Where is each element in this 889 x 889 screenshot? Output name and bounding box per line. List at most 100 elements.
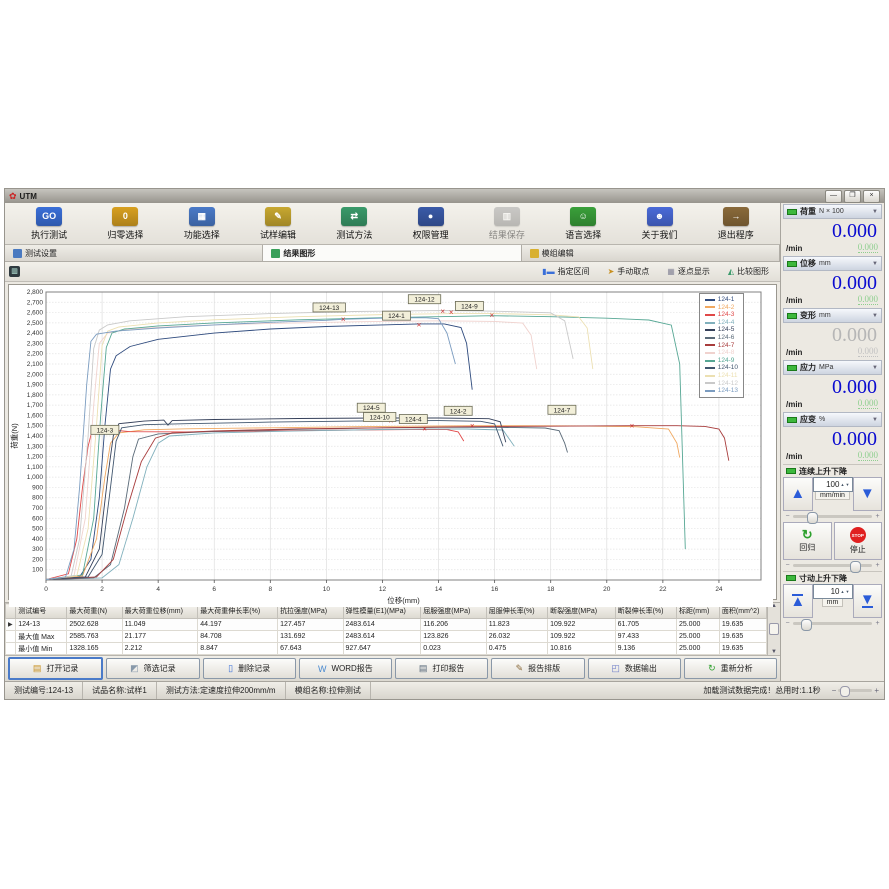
spinner-arrows-icon[interactable]: ▲ ▼ [840,590,849,594]
continuous-up-button[interactable]: ▲ [783,477,813,511]
print-report-icon: ▤ [418,663,428,673]
chevron-down-icon[interactable]: ▼ [872,313,878,319]
mid-slider[interactable]: − + [783,560,882,573]
slider-minus-icon[interactable]: − [784,513,791,520]
x-axis-label: 位移(mm) [387,595,420,605]
arrow-up-icon: ▲ [790,485,806,502]
slider-track[interactable] [793,560,872,573]
minimize-button[interactable]: — [825,189,842,203]
channel-status-icon [787,260,797,267]
zoom-minus-icon[interactable]: − [832,686,837,695]
zoom-plus-icon[interactable]: + [874,686,879,695]
action-button-label: 数据输出 [624,664,657,673]
stop-button[interactable]: STOP 停止 [833,522,882,560]
report-layout-button[interactable]: ✎ 报告排版 [491,658,585,679]
series-annotation[interactable]: 124-2 [443,405,473,416]
chevron-down-icon[interactable]: ▼ [872,209,878,215]
scroll-thumb[interactable] [769,623,780,635]
slider-plus-icon[interactable]: + [874,620,881,627]
toolbar-item-run-test[interactable]: GO 执行测试 [13,206,85,241]
svg-text:2,000: 2,000 [27,371,44,378]
svg-text:1,700: 1,700 [27,402,44,409]
print-report-button[interactable]: ▤ 打印报告 [395,658,489,679]
tab-result-graph[interactable]: 结果图形 [263,245,522,261]
chevron-down-icon[interactable]: ▼ [872,365,878,371]
slider-plus-icon[interactable]: + [874,562,881,569]
table-row[interactable]: 最大值 Max 2585.763 21.177 84.708 131.692 2483.6… [4,630,768,643]
toolbar-item-zero-select[interactable]: 0 归零选择 [89,206,161,241]
subtoolbar-button-label: 指定区间 [557,267,590,276]
toolbar-item-exit[interactable]: → 退出程序 [700,206,772,241]
slider-track[interactable] [793,511,872,524]
restore-button[interactable]: ❐ [844,189,861,203]
subtoolbar-range-select-button[interactable]: ▮▬ 指定区间 [535,264,596,279]
zero-select-icon: 0 [112,206,139,226]
action-button-label: 筛选记录 [143,664,176,673]
toolbar-item-test-method[interactable]: ⇄ 测试方法 [318,206,390,241]
reanalyze-button[interactable]: ↻ 重新分析 [683,658,777,679]
results-table[interactable]: 测试编号 最大荷重(N) 最大荷重位移(mm) 最大荷重伸长率(%) 抗拉强度(MPa)… [4,603,768,655]
series-annotation[interactable]: 124-7 [547,404,577,415]
data-export-button[interactable]: ◰ 数据输出 [587,658,681,679]
slider-track[interactable] [793,618,872,631]
jog-up-button[interactable]: ▲ [783,584,813,618]
subtoolbar-point-display-button[interactable]: ▦ 逐点显示 [660,264,717,279]
jog-slider[interactable]: − + [783,618,882,631]
series-annotation[interactable]: 124-10 [363,412,397,422]
chevron-down-icon[interactable]: ▼ [872,417,878,423]
close-button[interactable]: × [863,189,880,203]
series-annotation[interactable]: 124-9 [454,300,484,311]
action-button-label: 报告排版 [528,664,561,673]
toolbar-item-about-us[interactable]: ☻ 关于我们 [624,206,696,241]
delete-record-button[interactable]: ▯ 删除记录 [202,658,296,679]
series-annotation[interactable]: 124-5 [356,402,386,413]
slider-thumb[interactable] [800,618,812,631]
spinner-arrows-icon[interactable]: ▲ ▼ [840,483,849,487]
series-annotation[interactable]: 124-3 [90,424,120,435]
table-row[interactable]: ▶ 124-13 2502.628 11.049 44.197 127.457 2483.6… [4,618,768,631]
open-record-button[interactable]: ▤ 打开记录 [8,657,104,680]
word-report-button[interactable]: W WORD报告 [298,658,392,679]
save-icon[interactable]: ▥ [9,266,20,277]
channel-status-icon [787,416,797,423]
action-button-bar: ▤ 打开记录 ◩ 筛选记录 ▯ 删除记录 W WORD报告 ▤ 打印报告 ✎ 报告排版 ◰ 数据输出 ↻ 重新… [5,655,780,681]
status-zoom-slider[interactable]: − + [827,686,884,697]
toolbar-item-sample-edit[interactable]: ✎ 试样编辑 [242,206,314,241]
series-annotation[interactable]: 124-1 [382,310,411,321]
y-axis-label: 荷重(N) [9,423,19,449]
toolbar-item-language-select[interactable]: ☺ 语言选择 [547,206,619,241]
tab-module-edit[interactable]: 模组编辑 [521,245,780,261]
filter-record-button[interactable]: ◩ 筛选记录 [106,658,200,679]
continuous-down-button[interactable]: ▼ [852,477,882,511]
continuous-slider[interactable]: − + [783,511,882,524]
slider-thumb[interactable] [807,511,819,524]
series-annotation[interactable]: 124-4 [398,414,428,424]
series-annotation[interactable]: 124-13 [312,302,346,313]
subtoolbar-button-label: 手动取点 [617,267,650,276]
toolbar-item-permission[interactable]: ● 权限管理 [395,206,467,241]
svg-text:18: 18 [547,586,555,593]
series-annotation[interactable]: 124-12 [407,294,442,305]
zoom-slider-thumb[interactable] [840,686,851,697]
slider-minus-icon[interactable]: − [784,562,791,569]
table-scrollbar[interactable]: ▲ ▼ [767,603,780,655]
toolbar-item-function-select[interactable]: ▦ 功能选择 [166,206,238,241]
subtoolbar-compare-graph-button[interactable]: ◭ 比较图形 [721,264,776,279]
subtoolbar-hand-pick-button[interactable]: ➤ 手动取点 [601,264,657,279]
legend-entry: 124-11 [704,372,738,380]
svg-text:0: 0 [44,586,48,593]
jog-step-input[interactable]: 10 ▲ ▼ [812,584,853,599]
table-cell: 2585.763 [66,630,123,643]
tab-label: 结果图形 [283,248,316,258]
slider-thumb[interactable] [849,560,861,573]
tab-test-settings[interactable]: 测试设置 [5,245,264,261]
svg-text:400: 400 [32,536,43,543]
table-row[interactable]: 最小值 Min 1328.165 2.212 8.847 67.643 927.647 0.… [4,642,768,655]
speed-input[interactable]: 100 ▲ ▼ [812,477,853,492]
action-button-label: 打印报告 [432,664,465,673]
chevron-down-icon[interactable]: ▼ [872,261,878,267]
regress-button[interactable]: ↻ 回归 [783,522,832,560]
slider-minus-icon[interactable]: − [784,620,791,627]
jog-down-button[interactable]: ▼ [852,584,882,618]
slider-plus-icon[interactable]: + [874,513,881,520]
